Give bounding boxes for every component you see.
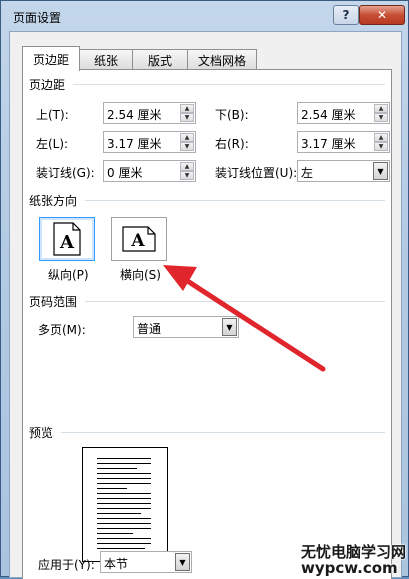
gutter-spinner[interactable]: 0 厘米 ▲ ▼ — [103, 160, 196, 182]
portrait-label[interactable]: 纵向(P) — [48, 266, 89, 283]
gutter-position-label: 装订线位置(U): — [215, 166, 298, 180]
spin-down-icon[interactable]: ▼ — [180, 113, 194, 122]
right-margin-label: 右(R): — [215, 137, 249, 151]
help-button[interactable]: ? — [333, 5, 359, 25]
gutter-label: 装订线(G): — [36, 166, 95, 180]
close-icon: ✕ — [376, 8, 388, 22]
right-margin-value: 3.17 厘米 — [301, 137, 356, 151]
dialog-title: 页面设置 — [13, 11, 62, 25]
apply-to-select[interactable]: 本节 ▼ — [100, 551, 192, 573]
watermark-line2: wypcw.com — [301, 559, 398, 577]
chevron-down-icon[interactable]: ▼ — [373, 162, 388, 180]
top-margin-spinner[interactable]: 2.54 厘米 ▲ ▼ — [103, 102, 196, 124]
chevron-down-icon[interactable]: ▼ — [175, 553, 190, 571]
help-icon: ? — [342, 8, 350, 22]
spin-up-icon[interactable]: ▲ — [180, 162, 194, 171]
margins-divider — [73, 84, 385, 85]
right-margin-spinner[interactable]: 3.17 厘米 ▲ ▼ — [297, 131, 390, 153]
tab-layout[interactable]: 版式 — [132, 49, 188, 70]
orientation-section-title: 纸张方向 — [29, 194, 78, 208]
spin-up-icon[interactable]: ▲ — [180, 133, 194, 142]
spin-down-icon[interactable]: ▼ — [374, 142, 388, 151]
landscape-page-icon: A — [122, 226, 156, 252]
bottom-margin-label: 下(B): — [215, 108, 249, 122]
gutter-position-value: 左 — [301, 166, 314, 180]
gutter-position-select[interactable]: 左 ▼ — [297, 160, 390, 182]
bottom-margin-value: 2.54 厘米 — [301, 108, 356, 122]
orientation-divider — [85, 200, 385, 201]
portrait-page-icon: A — [53, 222, 81, 256]
left-margin-spinner[interactable]: 3.17 厘米 ▲ ▼ — [103, 131, 196, 153]
spin-up-icon[interactable]: ▲ — [374, 104, 388, 113]
svg-text:A: A — [59, 232, 75, 253]
apply-to-label: 应用于(Y): — [38, 558, 95, 572]
title-bar[interactable]: 页面设置 ? ✕ — [1, 1, 409, 31]
spin-down-icon[interactable]: ▼ — [180, 142, 194, 151]
tab-panel-margins: 页边距 上(T): 2.54 厘米 ▲ ▼ 下(B): 2.54 厘米 ▲ ▼ 左(… — [22, 69, 392, 579]
gutter-value: 0 厘米 — [107, 166, 143, 180]
multiple-pages-value: 普通 — [137, 322, 162, 336]
portrait-button[interactable]: A — [39, 217, 95, 261]
chevron-down-icon[interactable]: ▼ — [222, 318, 237, 336]
spin-down-icon[interactable]: ▼ — [374, 113, 388, 122]
page-setup-dialog: 页面设置 ? ✕ 页边距 纸张 版式 文档网格 页边距 上(T): 2.54 厘… — [0, 0, 409, 579]
tab-document-grid[interactable]: 文档网格 — [187, 49, 257, 70]
close-button[interactable]: ✕ — [359, 5, 405, 25]
landscape-button[interactable]: A — [111, 217, 167, 261]
landscape-label[interactable]: 横向(S) — [120, 266, 161, 283]
spin-up-icon[interactable]: ▲ — [180, 104, 194, 113]
spin-down-icon[interactable]: ▼ — [180, 171, 194, 180]
apply-to-value: 本节 — [104, 557, 129, 571]
margins-section-title: 页边距 — [29, 78, 66, 92]
top-margin-value: 2.54 厘米 — [107, 108, 162, 122]
spin-up-icon[interactable]: ▲ — [374, 133, 388, 142]
page-preview — [82, 447, 168, 562]
left-margin-label: 左(L): — [36, 137, 69, 151]
tab-paper[interactable]: 纸张 — [79, 49, 133, 70]
left-margin-value: 3.17 厘米 — [107, 137, 162, 151]
top-margin-label: 上(T): — [36, 108, 69, 122]
pages-divider — [85, 301, 385, 302]
bottom-margin-spinner[interactable]: 2.54 厘米 ▲ ▼ — [297, 102, 390, 124]
tab-margins[interactable]: 页边距 — [22, 46, 80, 71]
dialog-body: 页边距 纸张 版式 文档网格 页边距 上(T): 2.54 厘米 ▲ ▼ 下(B)… — [9, 31, 402, 579]
multiple-pages-label: 多页(M): — [38, 323, 86, 337]
multiple-pages-select[interactable]: 普通 ▼ — [133, 316, 239, 338]
pages-section-title: 页码范围 — [29, 295, 78, 309]
preview-section-title: 预览 — [29, 426, 54, 440]
svg-text:A: A — [130, 231, 145, 251]
preview-divider — [61, 432, 385, 433]
